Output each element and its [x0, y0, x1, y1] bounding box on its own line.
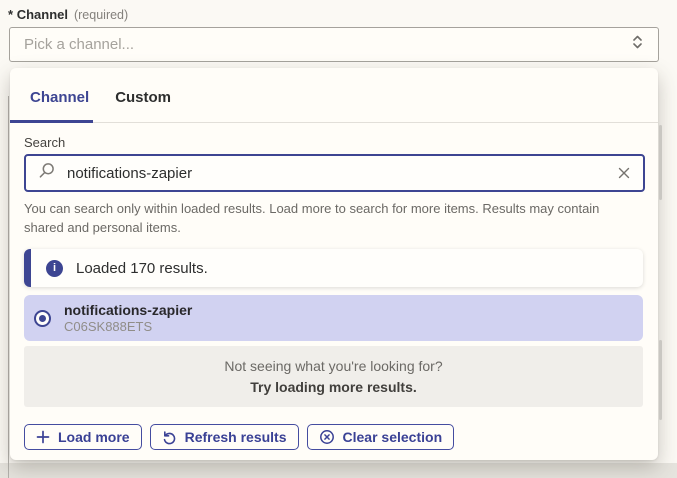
channel-select[interactable]: Pick a channel...: [9, 27, 659, 62]
required-note: (required): [74, 8, 128, 22]
search-helper-text: You can search only within loaded result…: [24, 200, 616, 237]
tab-channel[interactable]: Channel: [30, 89, 89, 122]
tab-bar: Channel Custom: [10, 68, 658, 123]
hint-line-2: Try loading more results.: [24, 379, 643, 395]
active-tab-underline: [10, 120, 93, 123]
select-placeholder: Pick a channel...: [24, 36, 134, 53]
load-more-hint: Not seeing what you're looking for? Try …: [24, 346, 643, 407]
scrollbar-thumb[interactable]: [659, 125, 662, 200]
clear-selection-button[interactable]: Clear selection: [307, 424, 455, 450]
refresh-results-button[interactable]: Refresh results: [150, 424, 299, 450]
load-more-label: Load more: [58, 429, 130, 445]
search-box: [24, 154, 645, 192]
magnifier-icon: [38, 162, 55, 184]
result-title: notifications-zapier: [64, 302, 192, 319]
field-label-text: Channel: [17, 7, 68, 22]
radio-dot: [39, 315, 46, 322]
page-background-strip: [0, 463, 677, 478]
required-marker: *: [8, 7, 13, 22]
banner-text: Loaded 170 results.: [76, 260, 208, 277]
loaded-results-banner: i Loaded 170 results.: [24, 249, 643, 287]
clear-selection-label: Clear selection: [343, 429, 443, 445]
refresh-results-label: Refresh results: [185, 429, 287, 445]
up-down-chevron-icon: [631, 33, 644, 56]
load-more-button[interactable]: Load more: [24, 424, 142, 450]
banner-accent-bar: [24, 249, 31, 287]
action-button-row: Load more Refresh results: [24, 424, 454, 450]
search-label: Search: [24, 135, 65, 150]
slack-channel-picker-screen: * Channel (required) Pick a channel... Ch…: [0, 0, 677, 478]
hint-line-1: Not seeing what you're looking for?: [24, 358, 643, 374]
result-option-selected[interactable]: notifications-zapier C06SK888ETS: [24, 295, 643, 341]
circle-x-icon: [319, 429, 335, 445]
refresh-icon: [162, 430, 177, 445]
search-input[interactable]: [65, 164, 607, 183]
info-icon: i: [46, 260, 63, 277]
result-subtitle: C06SK888ETS: [64, 319, 192, 335]
clear-search-icon[interactable]: [617, 166, 631, 180]
scrollbar-thumb[interactable]: [659, 340, 662, 420]
underlying-border-line: [8, 96, 9, 478]
result-texts: notifications-zapier C06SK888ETS: [64, 302, 192, 335]
plus-icon: [36, 430, 50, 444]
channel-dropdown-panel: Channel Custom Search You can search onl…: [10, 68, 658, 460]
radio-selected-icon[interactable]: [34, 310, 51, 327]
tab-custom[interactable]: Custom: [115, 89, 171, 122]
field-label: * Channel (required): [8, 7, 128, 22]
